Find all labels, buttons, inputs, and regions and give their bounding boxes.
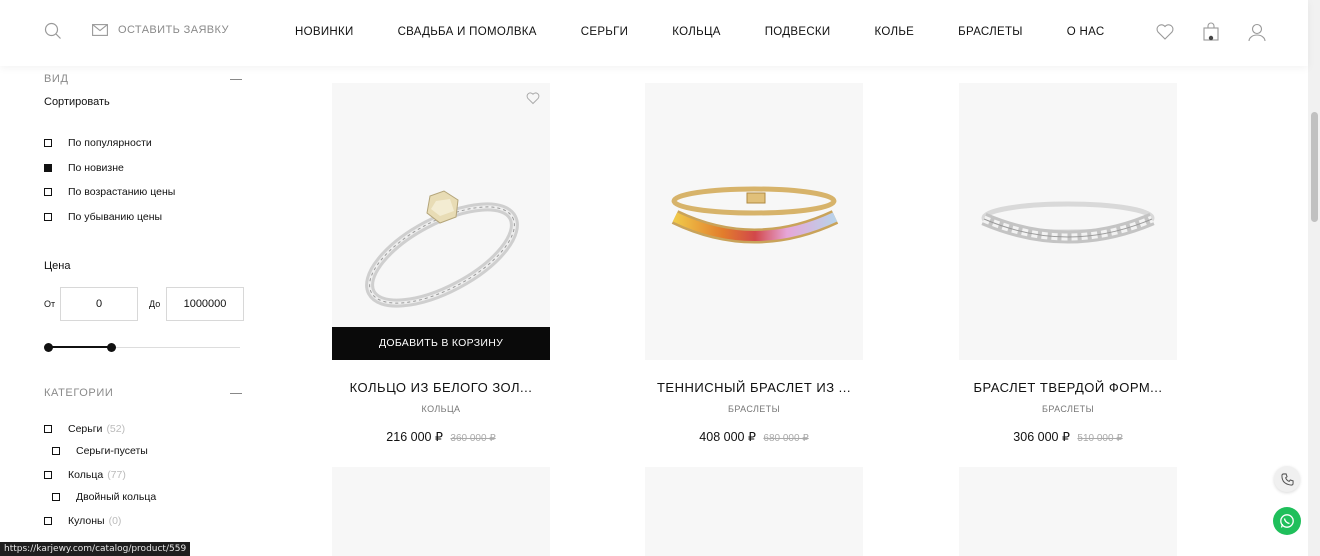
category-checkbox[interactable] <box>44 425 52 433</box>
sort-option-label: По популярности <box>68 137 152 149</box>
product-category: КОЛЬЦА <box>421 404 461 414</box>
product-price-block: 408 000 ₽ 680 000 ₽ <box>645 429 863 444</box>
product-image[interactable]: ДОБАВИТЬ В КОРЗИНУ <box>332 83 550 360</box>
sort-checkbox[interactable] <box>44 188 52 196</box>
sort-option-newest[interactable]: По новизне <box>44 162 124 174</box>
category-count: (77) <box>107 469 126 481</box>
heart-icon[interactable] <box>526 91 540 105</box>
price-slider-max-handle[interactable] <box>107 343 116 352</box>
price-slider-min-handle[interactable] <box>44 343 53 352</box>
category-pendants[interactable]: Кулоны (0) <box>44 515 121 527</box>
callback-button[interactable] <box>1274 466 1300 492</box>
heart-icon[interactable] <box>1155 22 1175 42</box>
nav-item-pendants[interactable]: ПОДВЕСКИ <box>765 26 831 38</box>
nav-item-about[interactable]: О НАС <box>1067 26 1105 38</box>
nav-item-bracelets[interactable]: БРАСЛЕТЫ <box>958 26 1023 38</box>
category-label: Кольца <box>68 469 104 481</box>
whatsapp-icon <box>1280 514 1294 528</box>
request-label: ОСТАВИТЬ ЗАЯВКУ <box>118 24 229 36</box>
product-category: БРАСЛЕТЫ <box>1042 404 1094 414</box>
product-card[interactable] <box>959 467 1177 556</box>
product-card[interactable] <box>645 467 863 556</box>
category-earrings[interactable]: Серьги (52) <box>44 423 125 435</box>
sort-option-price-asc[interactable]: По возрастанию цены <box>44 186 175 198</box>
product-price-block: 306 000 ₽ 510 000 ₽ <box>959 429 1177 444</box>
category-label: Кулоны <box>68 515 105 527</box>
site-header: ОСТАВИТЬ ЗАЯВКУ НОВИНКИ СВАДЬБА И ПОМОЛВ… <box>0 0 1308 66</box>
sort-option-popular[interactable]: По популярности <box>44 137 152 149</box>
price-to-input[interactable]: 1000000 <box>166 287 244 321</box>
category-rings[interactable]: Кольца (77) <box>44 469 126 481</box>
product-card[interactable]: БРАСЛЕТ ТВЕРДОЙ ФОРМ... БРАСЛЕТЫ 306 000… <box>959 83 1177 444</box>
categories-section-title: КАТЕГОРИИ <box>44 387 114 399</box>
nav-item-earrings[interactable]: СЕРЬГИ <box>581 26 629 38</box>
price-from-input[interactable]: 0 <box>60 287 138 321</box>
user-icon[interactable] <box>1247 22 1267 42</box>
category-checkbox[interactable] <box>44 471 52 479</box>
price-to-label: До <box>149 299 161 309</box>
nav-item-new[interactable]: НОВИНКИ <box>295 26 354 38</box>
view-section-title: ВИД <box>44 73 69 85</box>
category-count: (52) <box>106 423 126 435</box>
category-checkbox[interactable] <box>44 517 52 525</box>
price-label: Цена <box>44 260 71 272</box>
request-link[interactable]: ОСТАВИТЬ ЗАЯВКУ <box>92 24 229 36</box>
product-card[interactable]: ДОБАВИТЬ В КОРЗИНУ КОЛЬЦО ИЗ БЕЛОГО ЗОЛ.… <box>332 83 550 444</box>
product-old-price: 360 000 ₽ <box>450 433 496 444</box>
mail-icon <box>92 24 108 36</box>
collapse-view-toggle[interactable] <box>230 79 242 80</box>
category-checkbox[interactable] <box>52 447 60 455</box>
product-image[interactable] <box>645 83 863 360</box>
scrollbar-thumb[interactable] <box>1311 112 1318 222</box>
category-count: (0) <box>108 515 122 527</box>
sort-option-label: По убыванию цены <box>68 211 163 223</box>
bracelet-image <box>671 186 839 244</box>
nav-item-wedding[interactable]: СВАДЬБА И ПОМОЛВКА <box>398 26 537 38</box>
nav-item-necklaces[interactable]: КОЛЬЕ <box>875 26 915 38</box>
category-double-rings[interactable]: Двойный кольца <box>52 491 156 503</box>
sort-option-label: По возрастанию цены <box>68 186 176 198</box>
product-name[interactable]: КОЛЬЦО ИЗ БЕЛОГО ЗОЛ... <box>302 380 580 395</box>
sort-label: Сортировать <box>44 96 110 108</box>
phone-icon <box>1280 472 1294 486</box>
sort-option-price-desc[interactable]: По убыванию цены <box>44 211 162 223</box>
product-price: 306 000 ₽ <box>1013 430 1070 444</box>
sort-checkbox[interactable] <box>44 213 52 221</box>
ring-image <box>365 190 519 308</box>
product-price: 216 000 ₽ <box>386 430 443 444</box>
price-slider-range <box>48 346 112 348</box>
product-old-price: 680 000 ₽ <box>763 433 809 444</box>
sort-option-label: По новизне <box>68 162 124 174</box>
category-label: Серьги <box>68 423 103 435</box>
category-stud-earrings[interactable]: Серьги-пусеты <box>52 445 148 457</box>
product-card[interactable] <box>332 467 550 556</box>
main-nav: НОВИНКИ СВАДЬБА И ПОМОЛВКА СЕРЬГИ КОЛЬЦА… <box>295 26 1148 38</box>
product-price-block: 216 000 ₽ 360 000 ₽ <box>332 429 550 444</box>
product-category: БРАСЛЕТЫ <box>728 404 780 414</box>
category-checkbox[interactable] <box>52 493 60 501</box>
product-image[interactable] <box>959 83 1177 360</box>
product-name[interactable]: БРАСЛЕТ ТВЕРДОЙ ФОРМ... <box>929 380 1207 395</box>
category-label: Двойный кольца <box>76 491 157 503</box>
search-icon[interactable] <box>44 22 62 40</box>
nav-item-rings[interactable]: КОЛЬЦА <box>672 26 720 38</box>
product-name[interactable]: ТЕННИСНЫЙ БРАСЛЕТ ИЗ ... <box>615 380 893 395</box>
sort-checkbox[interactable] <box>44 139 52 147</box>
bangle-image <box>981 201 1155 244</box>
whatsapp-button[interactable] <box>1273 507 1301 535</box>
link-status-bar: https://karjewy.com/catalog/product/559 <box>0 542 191 556</box>
bag-icon[interactable] <box>1201 22 1221 42</box>
product-old-price: 510 000 ₽ <box>1077 433 1123 444</box>
product-price: 408 000 ₽ <box>699 430 756 444</box>
price-from-label: От <box>44 299 56 309</box>
collapse-categories-toggle[interactable] <box>230 393 242 394</box>
page-scrollbar[interactable] <box>1308 0 1320 556</box>
category-label: Серьги-пусеты <box>76 445 148 457</box>
sort-checkbox[interactable] <box>44 164 52 172</box>
add-to-cart-button[interactable]: ДОБАВИТЬ В КОРЗИНУ <box>332 327 550 360</box>
product-card[interactable]: ТЕННИСНЫЙ БРАСЛЕТ ИЗ ... БРАСЛЕТЫ 408 00… <box>645 83 863 444</box>
